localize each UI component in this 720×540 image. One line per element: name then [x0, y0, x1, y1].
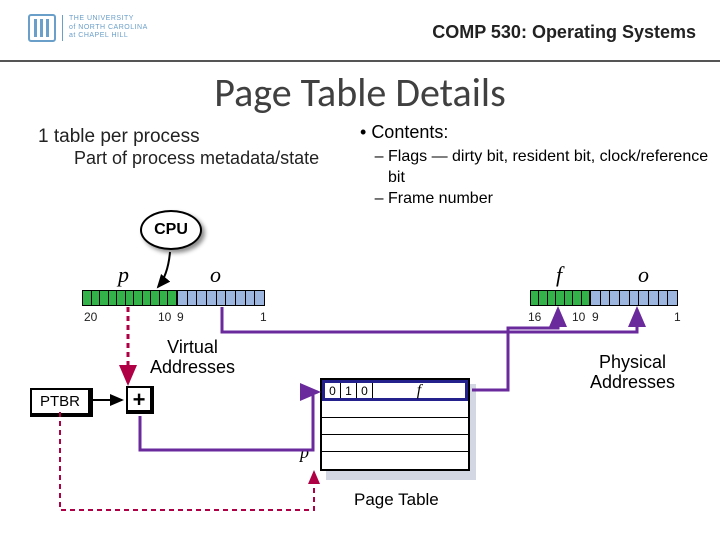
pt-flag-2: 0 [357, 383, 373, 398]
pa-line1: Physical [599, 352, 666, 372]
contents-item-1: Frame number [388, 189, 720, 210]
ptbr-box: PTBR [30, 388, 93, 417]
vtick-10: 10 [158, 310, 171, 324]
pt-frame-label: f [373, 383, 465, 398]
pt-row [322, 435, 468, 452]
p-index-marker: p [300, 442, 309, 463]
pagetable-caption: Page Table [354, 490, 439, 510]
ptick-10: 10 [572, 310, 585, 324]
process-note: 1 table per process Part of process meta… [38, 126, 319, 169]
pt-row [322, 452, 468, 469]
va-line1: Virtual [167, 337, 218, 357]
contents-heading: Contents: [371, 122, 448, 142]
virtual-address-bar [82, 290, 265, 306]
physical-addresses-label: Physical Addresses [590, 353, 675, 393]
cpu-oval: CPU [140, 210, 202, 250]
virtual-addresses-label: Virtual Addresses [150, 338, 235, 378]
pt-flag-0: 0 [325, 383, 341, 398]
course-title: COMP 530: Operating Systems [432, 22, 696, 43]
pt-row [322, 401, 468, 418]
contents-item-0: Flags — dirty bit, resident bit, clock/r… [388, 147, 720, 189]
ptick-9: 9 [592, 310, 599, 324]
vaddr-o-label: o [210, 262, 221, 288]
header: THE UNIVERSITY of NORTH CAROLINA at CHAP… [0, 0, 720, 62]
slide-title: Page Table Details [0, 68, 720, 117]
university-line1: THE UNIVERSITY [69, 15, 148, 23]
paddr-f-segment [530, 290, 590, 306]
adder-box: + [126, 386, 154, 414]
ptick-1: 1 [674, 310, 681, 324]
ptick-16: 16 [528, 310, 541, 324]
paddr-o-segment [590, 290, 678, 306]
university-logo: THE UNIVERSITY of NORTH CAROLINA at CHAP… [28, 14, 148, 42]
process-note-line2: Part of process metadata/state [74, 148, 319, 169]
vtick-20: 20 [84, 310, 97, 324]
university-line3: at CHAPEL HILL [69, 32, 148, 40]
paddr-o-label: o [638, 262, 649, 288]
process-note-line1: 1 table per process [38, 126, 319, 148]
vaddr-p-segment [82, 290, 177, 306]
pt-flag-1: 1 [341, 383, 357, 398]
logo-seal-icon [28, 14, 56, 42]
pt-row-highlighted: 0 1 0 f [322, 380, 468, 401]
vtick-1: 1 [260, 310, 267, 324]
physical-address-bar [530, 290, 678, 306]
university-name: THE UNIVERSITY of NORTH CAROLINA at CHAP… [62, 15, 148, 40]
page-table: 0 1 0 f [320, 378, 470, 471]
vaddr-o-segment [177, 290, 265, 306]
va-line2: Addresses [150, 357, 235, 377]
vaddr-p-label: p [118, 262, 129, 288]
paddr-f-label: f [556, 262, 562, 288]
vtick-9: 9 [177, 310, 184, 324]
university-line2: of NORTH CAROLINA [69, 24, 148, 32]
pt-row [322, 418, 468, 435]
pa-line2: Addresses [590, 372, 675, 392]
contents-block: • Contents: Flags — dirty bit, resident … [360, 122, 720, 209]
